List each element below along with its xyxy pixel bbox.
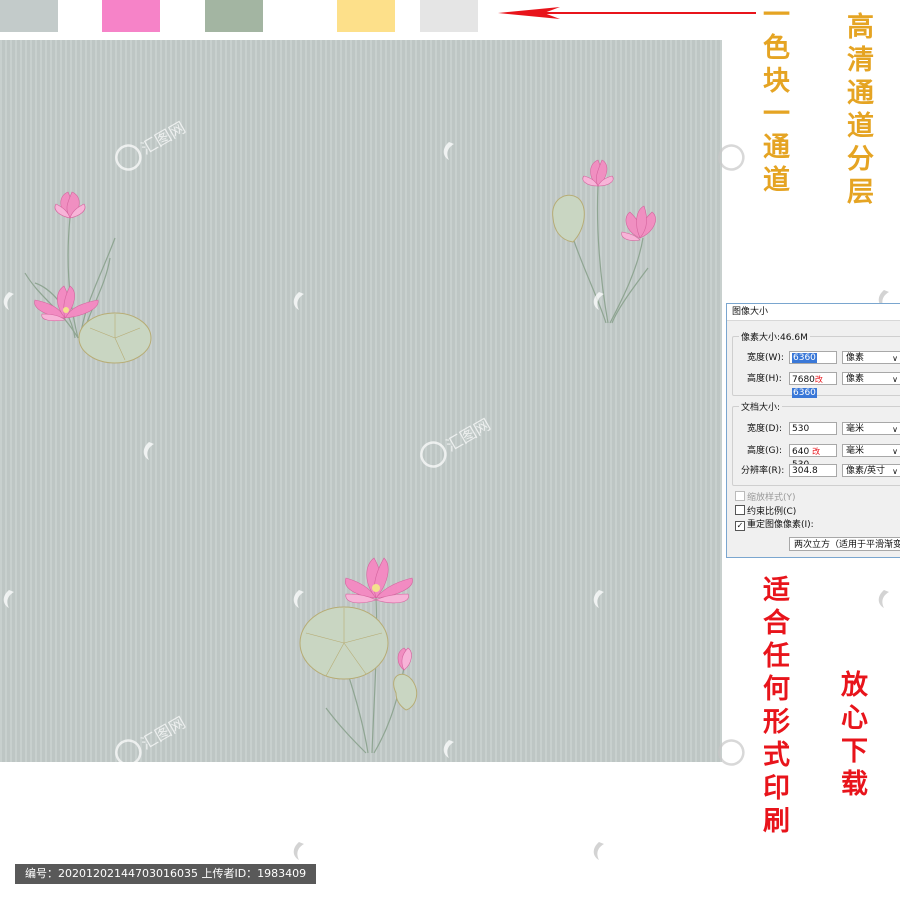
swatch-4 (337, 0, 395, 32)
lotus-illustration (299, 557, 418, 754)
watermark-mark (3, 590, 14, 608)
svg-text:汇图网: 汇图网 (138, 118, 189, 158)
watermark-mark (443, 740, 454, 758)
annotation-hd-channels: 高清通道分层 (842, 12, 873, 210)
watermark-mark (293, 292, 304, 310)
lotus-illustration (24, 191, 152, 364)
resolution-unit-select[interactable]: 像素/英寸 ∨ (842, 464, 900, 477)
height-label: 高度(H): (747, 374, 782, 384)
doc-width-label: 宽度(D): (747, 424, 782, 434)
width-unit-select[interactable]: 像素 ∨ (842, 351, 900, 364)
watermark-mark (143, 442, 154, 460)
dialog-title: 图像大小 (727, 304, 900, 321)
annotation-channel-per-color: 一色块一通道 (758, 0, 789, 198)
swatch-2 (102, 0, 160, 32)
doc-width-unit-select[interactable]: 毫米 ∨ (842, 422, 900, 435)
swatch-3 (205, 0, 263, 32)
watermark-mark (593, 590, 604, 608)
footer-info: 编号：20201202144703016035 上传者ID：1983409 (15, 864, 317, 884)
watermark-mark (593, 842, 604, 860)
watermark-logo: 汇图网 (420, 415, 494, 468)
chevron-down-icon: ∨ (892, 354, 898, 363)
svg-text:汇图网: 汇图网 (443, 415, 494, 455)
watermark-mark (293, 590, 304, 608)
resample-checkbox[interactable]: ✓ 重定图像像素(I): (735, 519, 814, 531)
image-size-dialog: 图像大小 像素大小:46.6M 宽度(W): 6360 像素 ∨ 高度(H): 7… (726, 303, 900, 558)
doc-height-unit-select[interactable]: 毫米 ∨ (842, 444, 900, 457)
constrain-proportions-checkbox[interactable]: 约束比例(C) (735, 505, 796, 517)
annotation-download: 放心下载 (836, 670, 867, 802)
watermark-mark (593, 292, 604, 310)
height-unit-select[interactable]: 像素 ∨ (842, 372, 900, 385)
arrow-left-icon (498, 7, 756, 19)
chevron-down-icon: ∨ (892, 467, 898, 476)
annotation-any-print: 适合任何形式印刷 (758, 575, 789, 839)
swatch-1 (0, 0, 58, 32)
checkbox-icon (735, 505, 745, 515)
watermark-logo: 汇图网 (115, 118, 189, 171)
check-icon: ✓ (735, 521, 745, 531)
chevron-down-icon: ∨ (892, 425, 898, 434)
chevron-down-icon: ∨ (892, 375, 898, 384)
watermark-mark (293, 842, 304, 860)
pixel-dimensions-label: 像素大小:46.6M (739, 330, 810, 343)
lotus-illustration (552, 159, 656, 324)
watermark-logo: 汇图网 (115, 713, 189, 766)
chevron-down-icon: ∨ (892, 447, 898, 456)
checkbox-icon (735, 491, 745, 501)
resolution-input[interactable]: 304.8 (789, 464, 837, 477)
doc-width-input[interactable]: 530 (789, 422, 837, 435)
watermark-mark (3, 292, 14, 310)
wallpaper-pattern: 汇图网 汇图网 汇图网 (0, 40, 722, 766)
resolution-label: 分辨率(R): (741, 466, 785, 476)
scale-styles-checkbox[interactable]: 缩放样式(Y) (735, 491, 796, 503)
resample-method-select[interactable]: 两次立方（适用于平滑渐变） (789, 537, 900, 551)
svg-text:汇图网: 汇图网 (138, 713, 189, 753)
width-input[interactable]: 6360 (789, 351, 837, 364)
width-label: 宽度(W): (747, 353, 784, 363)
watermark-mark (443, 142, 454, 160)
watermark-mark (878, 590, 889, 608)
swatch-5 (420, 0, 478, 32)
doc-height-input[interactable]: 640 改 530 (789, 444, 837, 470)
doc-height-label: 高度(G): (747, 446, 783, 456)
document-size-label: 文档大小: (739, 400, 783, 413)
height-input[interactable]: 7680改6360 (789, 372, 837, 398)
